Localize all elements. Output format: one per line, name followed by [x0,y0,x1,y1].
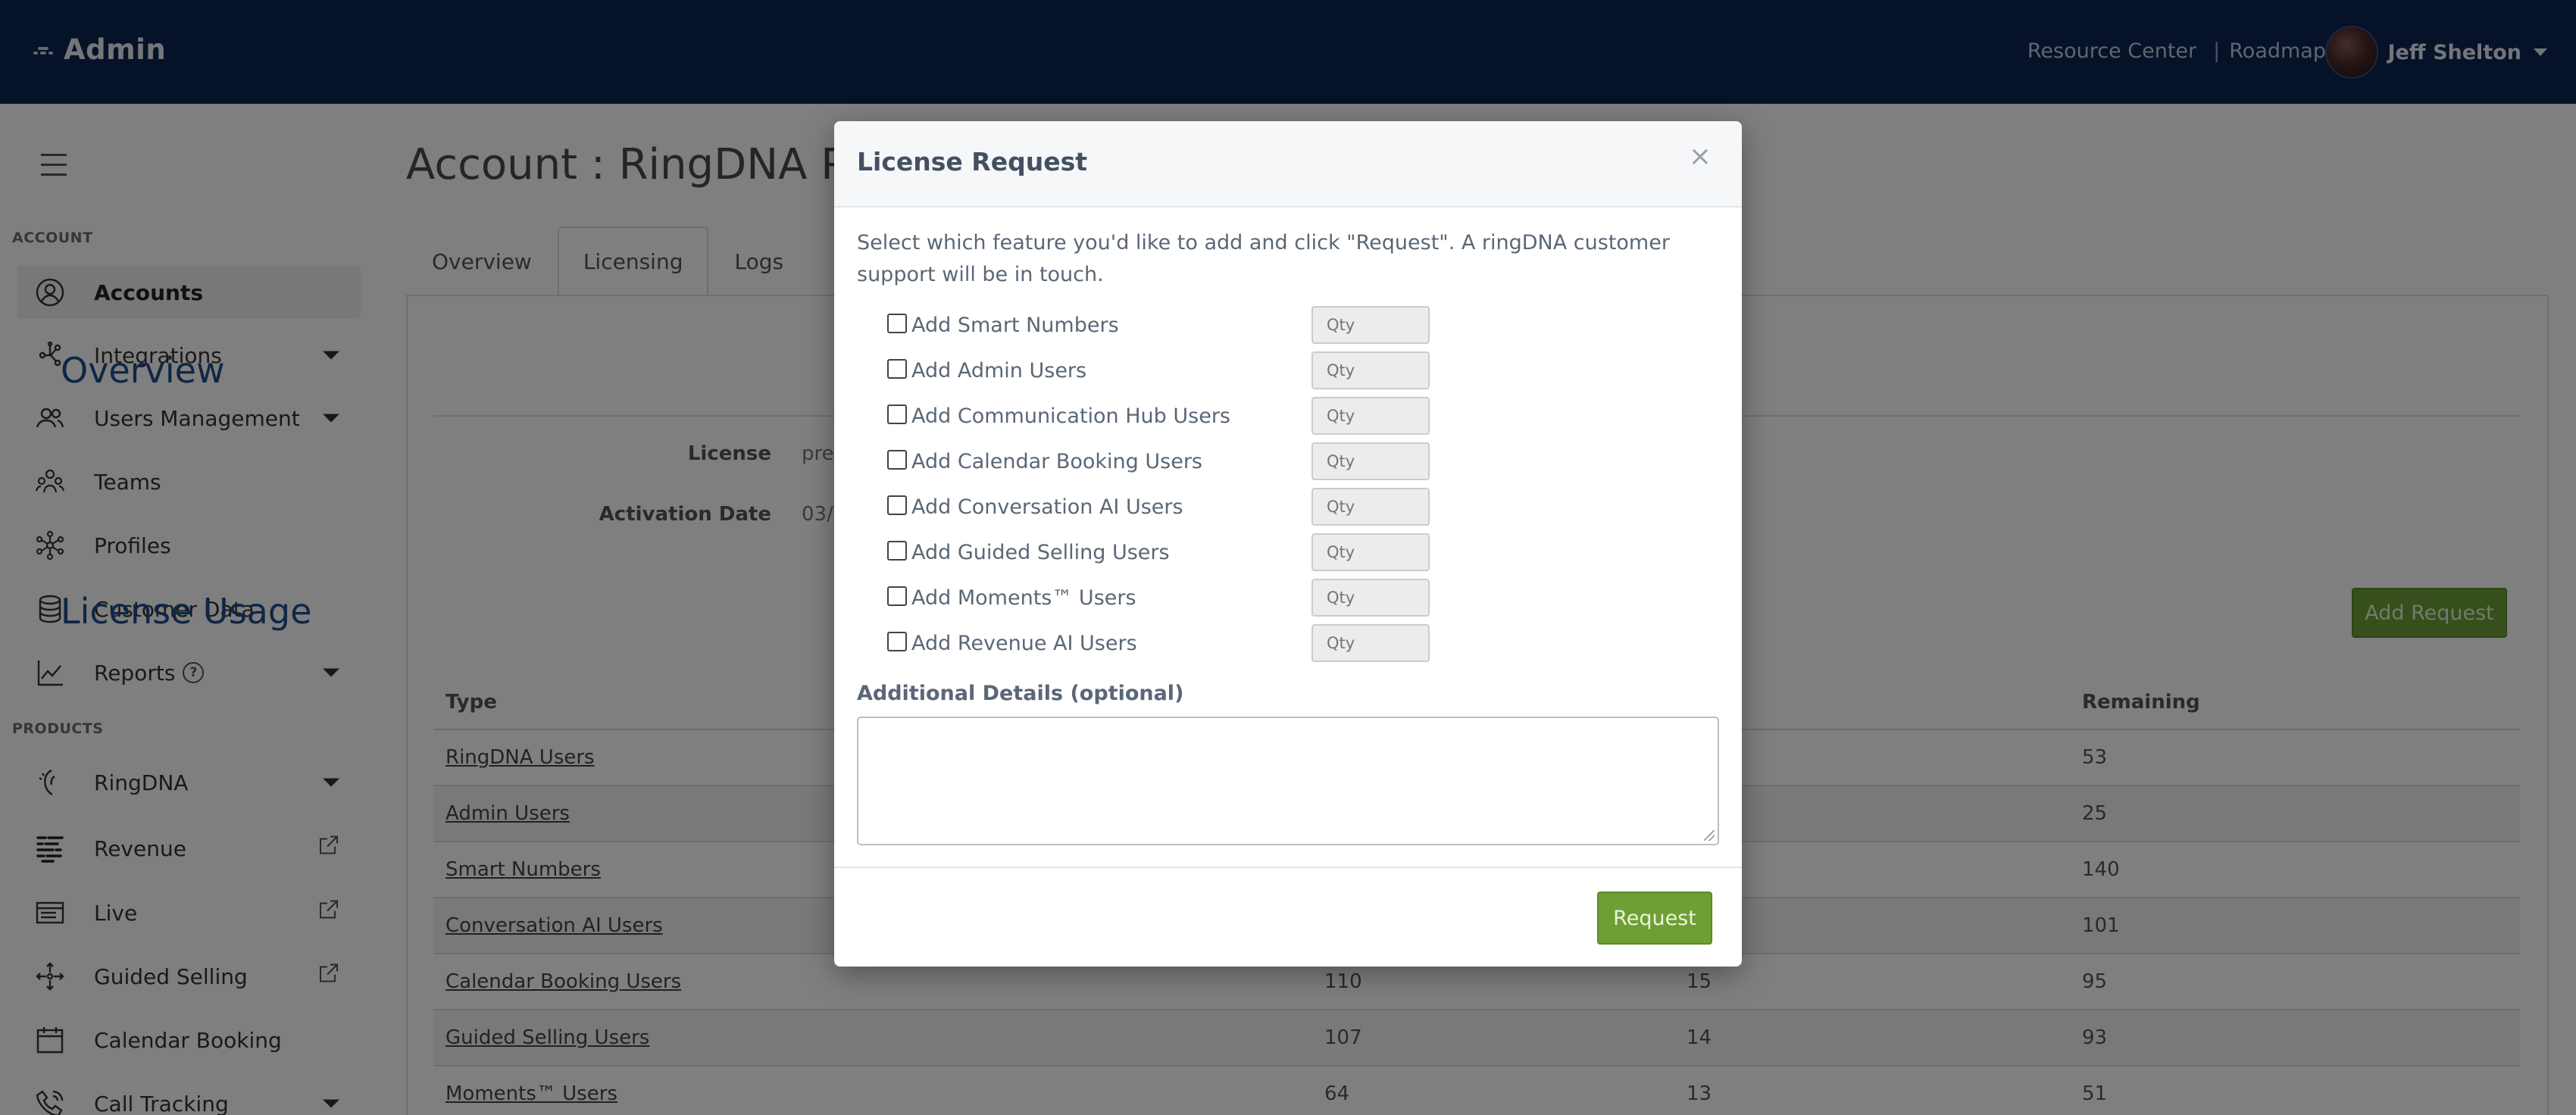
qty-input[interactable] [1311,488,1430,526]
license-request-modal: License Request × Select which feature y… [834,121,1742,967]
feature-checkbox[interactable] [887,586,907,606]
feature-checkbox[interactable] [887,404,907,424]
feature-checkbox[interactable] [887,632,907,651]
modal-instructions: Select which feature you'd like to add a… [857,231,1670,286]
feature-option: Add Moments™ Users [887,579,1430,617]
qty-input[interactable] [1311,533,1430,571]
modal-header: License Request × [834,121,1742,208]
feature-option: Add Admin Users [887,351,1430,389]
qty-input[interactable] [1311,442,1430,480]
qty-input[interactable] [1311,351,1430,389]
qty-input[interactable] [1311,624,1430,662]
feature-label[interactable]: Add Admin Users [911,359,1311,383]
details-label: Additional Details (optional) [857,682,1184,705]
feature-label[interactable]: Add Calendar Booking Users [911,450,1311,473]
qty-input[interactable] [1311,397,1430,435]
feature-option: Add Communication Hub Users [887,397,1430,435]
feature-label[interactable]: Add Smart Numbers [911,314,1311,337]
feature-label[interactable]: Add Conversation AI Users [911,495,1311,519]
details-textarea[interactable] [857,717,1719,845]
request-button[interactable]: Request [1597,892,1712,945]
feature-label[interactable]: Add Guided Selling Users [911,541,1311,564]
qty-input[interactable] [1311,579,1430,617]
feature-label[interactable]: Add Communication Hub Users [911,404,1311,428]
feature-label[interactable]: Add Revenue AI Users [911,632,1311,655]
feature-checkbox[interactable] [887,495,907,515]
feature-option: Add Calendar Booking Users [887,442,1430,480]
feature-checkbox[interactable] [887,541,907,561]
resize-handle-icon[interactable] [1704,830,1715,841]
feature-option: Add Smart Numbers [887,306,1430,344]
feature-option: Add Conversation AI Users [887,488,1430,526]
feature-checkbox[interactable] [887,450,907,470]
feature-option: Add Revenue AI Users [887,624,1430,662]
feature-checkbox[interactable] [887,314,907,333]
modal-title: License Request [857,147,1087,176]
qty-input[interactable] [1311,306,1430,344]
close-icon[interactable]: × [1689,141,1712,172]
feature-checkbox[interactable] [887,359,907,379]
feature-option: Add Guided Selling Users [887,533,1430,571]
feature-label[interactable]: Add Moments™ Users [911,586,1311,610]
